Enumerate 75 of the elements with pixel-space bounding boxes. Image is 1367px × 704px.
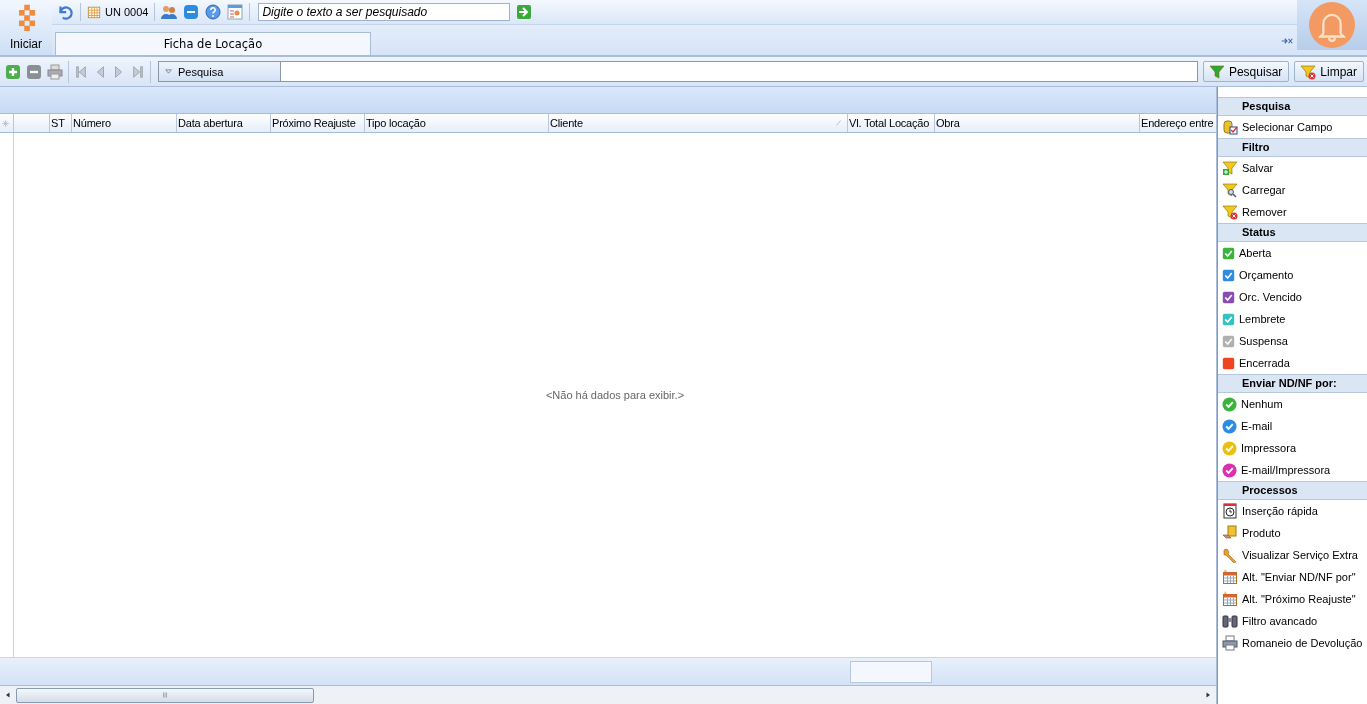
scroll-left-icon (4, 691, 12, 699)
box-hand-icon (1222, 525, 1238, 541)
panel-item[interactable]: Filtro avancado (1218, 610, 1367, 632)
filter-add-icon (1222, 160, 1238, 176)
empty-message: <Não há dados para exibir.> (545, 389, 685, 401)
panel-item[interactable]: Alt. "Enviar ND/NF por" (1218, 566, 1367, 588)
panel-item[interactable]: Suspensa (1218, 330, 1367, 352)
scroll-right-icon (1204, 691, 1212, 699)
remove-icon[interactable] (26, 63, 42, 80)
panel-item[interactable]: E-mail (1218, 415, 1367, 437)
undo-icon[interactable] (56, 3, 74, 21)
panel-item[interactable]: Orçamento (1218, 264, 1367, 286)
calendar-edit-icon (1222, 569, 1238, 585)
panel-item[interactable]: Impressora (1218, 437, 1367, 459)
filter-search-icon (1222, 182, 1238, 198)
panel-item[interactable]: E-mail/Impressora (1218, 459, 1367, 481)
search-mode-dropdown[interactable]: Pesquisa (159, 62, 281, 81)
column-header[interactable]: Próximo Reajuste (271, 114, 365, 132)
binoculars-icon (1222, 613, 1238, 629)
panel-item[interactable]: Romaneio de Devolução (1218, 632, 1367, 654)
printer-icon (1222, 635, 1238, 651)
search-field[interactable]: Pesquisa (158, 61, 1198, 82)
users-icon[interactable] (161, 4, 178, 20)
clock-icon (1222, 503, 1238, 519)
panel-item[interactable]: Orc. Vencido (1218, 286, 1367, 308)
start-menu-button[interactable]: Iniciar (0, 0, 52, 55)
field-select-icon (1222, 119, 1238, 135)
column-header[interactable]: ST (50, 114, 72, 132)
printer-icon[interactable] (47, 63, 63, 80)
column-header[interactable]: Tipo locação (365, 114, 549, 132)
panel-item[interactable]: Carregar (1218, 179, 1367, 201)
panel-item[interactable]: Visualizar Serviço Extra (1218, 544, 1367, 566)
help-icon[interactable] (205, 4, 222, 20)
panel-item[interactable]: Salvar (1218, 157, 1367, 179)
panel-item[interactable]: Encerrada (1218, 352, 1367, 374)
panel-item[interactable]: Produto (1218, 522, 1367, 544)
search-field[interactable]: Digite o texto a ser pesquisado (258, 3, 511, 21)
calendar-edit-icon (1222, 591, 1238, 607)
column-header[interactable]: Cliente (549, 114, 848, 132)
user-card-icon[interactable] (227, 4, 244, 20)
column-header[interactable]: Data abertura (177, 114, 271, 132)
column-header[interactable]: Número (72, 114, 177, 132)
filter-remove-icon (1222, 204, 1238, 220)
bell-icon[interactable] (1309, 2, 1355, 48)
filter-icon (1207, 63, 1226, 80)
grip-icon (161, 691, 169, 699)
section-heading: Processos (1218, 481, 1367, 500)
panel-item[interactable]: Selecionar Campo (1218, 116, 1367, 138)
column-chooser-cell[interactable] (0, 114, 14, 132)
tab[interactable]: Ficha de Locação (55, 32, 371, 55)
panel-item[interactable]: Alt. "Próximo Reajuste" (1218, 588, 1367, 610)
scroll-thumb[interactable] (16, 687, 314, 703)
calendar-icon (87, 5, 101, 19)
column-header[interactable]: Vl. Total Locação (848, 114, 935, 132)
search-button[interactable]: Pesquisar (1202, 61, 1290, 82)
panel-item[interactable]: Lembrete (1218, 308, 1367, 330)
filter-clear-icon (1299, 63, 1318, 80)
section-heading: Filtro (1218, 138, 1367, 157)
caret-icon (164, 67, 173, 76)
asterisk-icon (1, 118, 10, 128)
section-heading: Pesquisa (1218, 97, 1367, 116)
horizontal-scrollbar[interactable] (0, 685, 1216, 704)
column-header[interactable]: Obra (935, 114, 1140, 132)
panel-item[interactable]: Nenhum (1218, 393, 1367, 415)
first-icon[interactable] (74, 64, 88, 79)
last-icon[interactable] (131, 64, 145, 79)
unit-selector[interactable]: UN 0004 (87, 5, 149, 19)
section-heading: Status (1218, 223, 1367, 242)
wrench-icon (1222, 547, 1238, 563)
panel-item[interactable]: Inserção rápida (1218, 500, 1367, 522)
add-icon[interactable] (5, 63, 21, 80)
panel-item[interactable]: Aberta (1218, 242, 1367, 264)
section-heading: Enviar ND/NF por: (1218, 374, 1367, 393)
panel-item[interactable]: Remover (1218, 201, 1367, 223)
clear-button[interactable]: Limpar (1294, 61, 1364, 82)
